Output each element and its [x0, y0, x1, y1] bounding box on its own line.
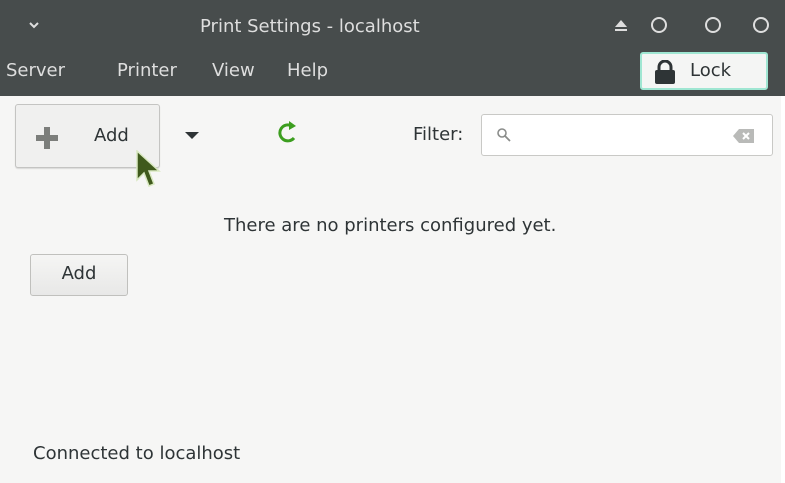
clear-icon[interactable]: [732, 127, 756, 145]
connection-status: Connected to localhost: [33, 443, 241, 464]
menu-view[interactable]: View: [212, 60, 255, 81]
filter-input[interactable]: [522, 123, 726, 149]
window-edge: [781, 96, 785, 483]
refresh-icon[interactable]: [274, 120, 300, 146]
add-toolbar-label: Add: [94, 125, 129, 146]
menu-printer[interactable]: Printer: [117, 60, 177, 81]
minimize-icon[interactable]: [650, 16, 668, 34]
mouse-cursor-icon: [134, 149, 162, 190]
chevron-down-icon[interactable]: [22, 14, 46, 36]
search-icon: [496, 127, 512, 143]
lock-label: Lock: [690, 60, 732, 81]
add-printer-button[interactable]: Add: [30, 254, 128, 296]
eject-icon[interactable]: [612, 16, 630, 34]
plus-icon: [36, 127, 58, 149]
empty-printers-message: There are no printers configured yet.: [224, 215, 557, 236]
title-bar[interactable]: Print Settings - localhost: [0, 0, 785, 50]
close-icon[interactable]: [752, 16, 770, 34]
window-title: Print Settings - localhost: [200, 16, 420, 37]
menu-help[interactable]: Help: [287, 60, 328, 81]
filter-label: Filter:: [413, 124, 464, 145]
maximize-icon[interactable]: [704, 16, 722, 34]
print-settings-window: Print Settings - localhost Server Printe: [0, 0, 785, 483]
dropdown-arrow-icon[interactable]: [183, 126, 201, 139]
filter-field[interactable]: [481, 114, 773, 156]
menu-server[interactable]: Server: [6, 60, 65, 81]
lock-button[interactable]: Lock: [640, 52, 768, 90]
lock-icon: [654, 59, 676, 84]
